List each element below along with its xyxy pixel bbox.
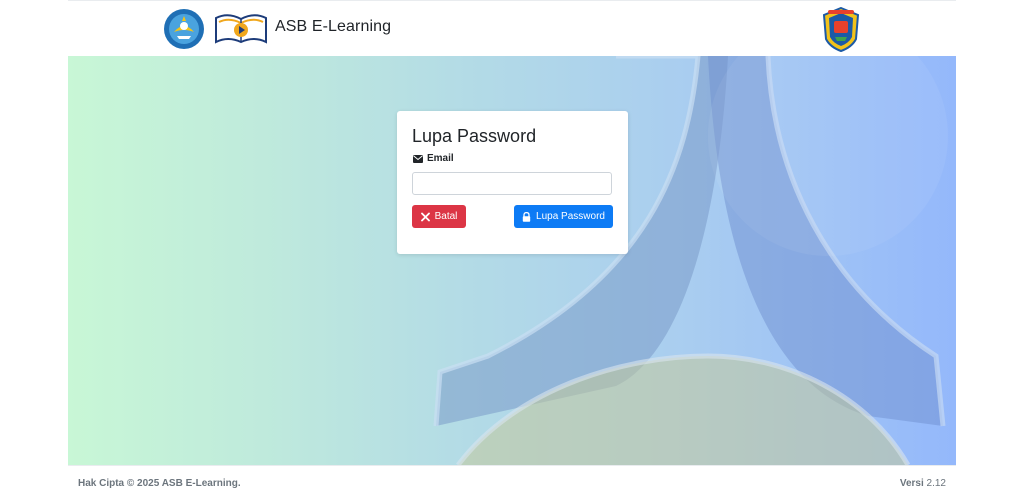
version-label: Versi [899, 478, 924, 489]
open-book-logo [215, 14, 267, 44]
email-label-row: Email [413, 153, 454, 164]
lock-icon [522, 211, 531, 222]
cancel-button-label: Batal [434, 211, 458, 222]
envelope-icon [413, 154, 423, 163]
submit-button-label: Lupa Password [536, 211, 605, 222]
card-title: Lupa Password [412, 126, 537, 146]
times-icon [420, 212, 430, 221]
copyright-text: Hak Cipta © 2025 ASB E-Learning. [78, 478, 241, 489]
page-footer: Hak Cipta © 2025 ASB E-Learning. Versi 2… [68, 465, 956, 500]
version-info: Versi 2.12 [900, 478, 946, 489]
top-header: ASB E-Learning [68, 0, 956, 56]
forgot-password-submit-button[interactable]: Lupa Password [514, 205, 613, 228]
regional-emblem-logo [822, 7, 860, 52]
app-title: ASB E-Learning [275, 18, 392, 35]
cancel-button[interactable]: Batal [412, 205, 466, 228]
login-page: ASB E-Learning Lupa Password Email Batal… [0, 0, 1024, 500]
email-label: Email [427, 153, 454, 164]
tut-wuri-handayani-logo [164, 9, 204, 49]
email-input[interactable] [412, 172, 612, 195]
forgot-password-card: Lupa Password Email Batal Lupa Password [397, 111, 628, 254]
version-number: 2.12 [926, 478, 946, 489]
